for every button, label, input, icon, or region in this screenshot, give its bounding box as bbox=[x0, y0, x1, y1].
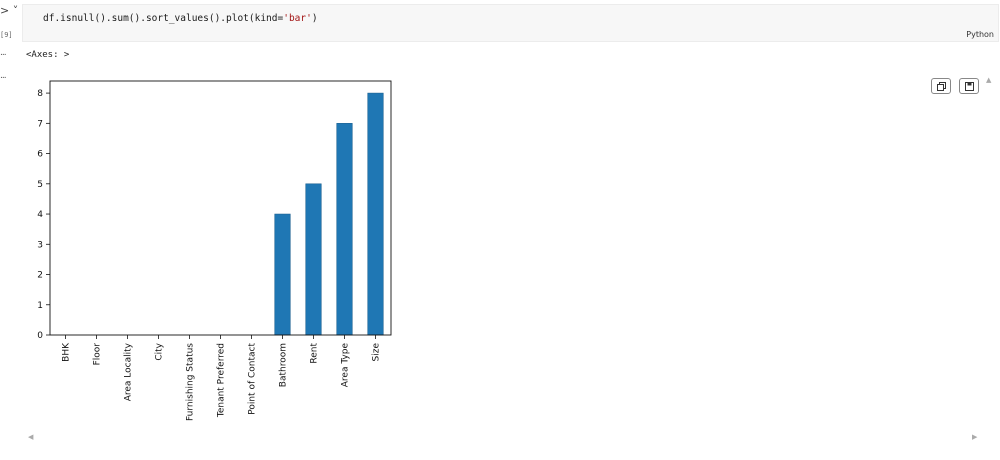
x-tick-label: Size bbox=[372, 343, 382, 362]
x-tick-label: Area Locality bbox=[124, 342, 134, 401]
bar-9 bbox=[305, 183, 322, 336]
x-tick-label: Furnishing Status bbox=[186, 343, 196, 421]
y-tick-label: 5 bbox=[37, 180, 43, 190]
y-tick-label: 8 bbox=[37, 89, 43, 99]
x-tick-label: Point of Contact bbox=[248, 343, 258, 415]
y-tick-label: 6 bbox=[37, 150, 43, 160]
x-tick-label: Tenant Preferred bbox=[217, 343, 227, 418]
bar-10 bbox=[336, 123, 353, 336]
y-tick-label: 2 bbox=[37, 271, 43, 281]
x-tick-label: City bbox=[155, 342, 165, 360]
x-tick-label: BHK bbox=[62, 342, 72, 362]
y-tick-label: 3 bbox=[37, 240, 43, 250]
bar-8 bbox=[274, 213, 291, 336]
bar-11 bbox=[367, 92, 384, 336]
y-tick-label: 1 bbox=[37, 301, 43, 311]
x-tick-label: Floor bbox=[93, 343, 103, 366]
x-tick-label: Rent bbox=[310, 343, 320, 364]
bar-chart: BHK Floor Area Locality City Furnishing Stat… bbox=[37, 80, 392, 421]
y-tick-label: 0 bbox=[37, 331, 43, 341]
x-tick-label: Bathroom bbox=[279, 343, 289, 387]
y-tick-label: 4 bbox=[37, 210, 43, 220]
x-tick-label: Area Type bbox=[341, 343, 351, 388]
y-tick-label: 7 bbox=[37, 119, 43, 129]
